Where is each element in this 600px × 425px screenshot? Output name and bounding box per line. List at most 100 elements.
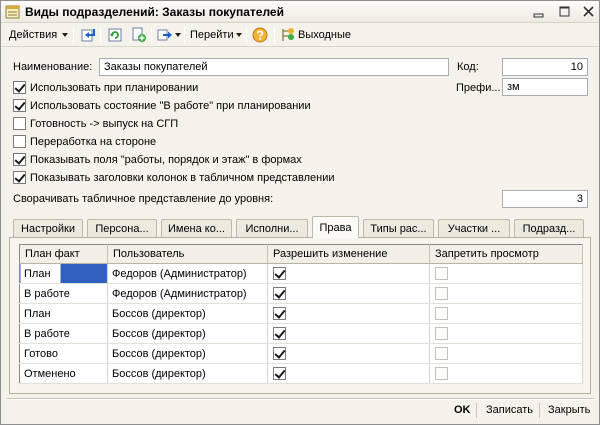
outsourcing-checkbox[interactable]: [13, 135, 26, 148]
user-cell[interactable]: Боссов (директор): [107, 363, 268, 384]
allow-edit-cell[interactable]: [267, 263, 430, 284]
user-cell[interactable]: Федоров (Администратор): [107, 263, 268, 284]
chevron-down-icon[interactable]: [175, 33, 181, 37]
deny-view-checkbox[interactable]: [435, 267, 448, 280]
holidays-button[interactable]: Выходные: [298, 29, 351, 41]
send-icon[interactable]: [157, 27, 173, 43]
plan-fact-cell[interactable]: План: [19, 263, 108, 284]
show-headers-checkbox[interactable]: [13, 171, 26, 184]
plan-fact-value: В работе: [24, 287, 70, 300]
rights-tab-panel: План факт Пользователь Разрешить изменен…: [9, 237, 591, 394]
allow-edit-checkbox[interactable]: [273, 347, 286, 360]
refresh-icon[interactable]: [107, 27, 123, 43]
chevron-down-icon[interactable]: [236, 33, 242, 37]
window-title: Виды подразделений: Заказы покупателей: [25, 5, 284, 19]
show-fields-option[interactable]: Показывать поля "работы, порядок и этаж"…: [13, 152, 453, 168]
tab-sections[interactable]: Участки ...: [438, 219, 510, 238]
show-headers-option[interactable]: Показывать заголовки колонок в табличном…: [13, 170, 453, 186]
allow-edit-cell[interactable]: [267, 283, 430, 304]
deny-view-cell[interactable]: [429, 323, 583, 344]
outsourcing-option[interactable]: Переработка на стороне: [13, 134, 453, 150]
plan-fact-value: В работе: [24, 327, 70, 340]
rights-table[interactable]: План факт Пользователь Разрешить изменен…: [19, 244, 583, 384]
deny-view-checkbox[interactable]: [435, 307, 448, 320]
plan-fact-cell[interactable]: В работе: [19, 283, 108, 304]
table-row[interactable]: Отменено Боссов (директор): [19, 363, 583, 384]
close-icon[interactable]: [581, 5, 596, 19]
holidays-icon[interactable]: [280, 27, 296, 43]
allow-edit-checkbox[interactable]: [273, 367, 286, 380]
tab-column-names[interactable]: Имена ко...: [161, 219, 232, 238]
user-cell[interactable]: Федоров (Администратор): [107, 283, 268, 304]
code-input[interactable]: 10: [502, 58, 588, 76]
chevron-down-icon[interactable]: [62, 33, 68, 37]
user-cell[interactable]: Боссов (директор): [107, 303, 268, 324]
user-cell[interactable]: Боссов (директор): [107, 343, 268, 364]
allow-edit-checkbox[interactable]: [273, 327, 286, 340]
plan-fact-cell[interactable]: В работе: [19, 323, 108, 344]
tab-personal[interactable]: Персона...: [87, 219, 157, 238]
allow-edit-checkbox[interactable]: [273, 267, 286, 280]
name-input[interactable]: Заказы покупателей: [99, 58, 449, 76]
tab-rights[interactable]: Права: [312, 216, 359, 238]
use-in-planning-checkbox[interactable]: [13, 81, 26, 94]
deny-view-cell[interactable]: [429, 263, 583, 284]
actions-menu[interactable]: Действия: [9, 29, 57, 41]
readiness-option[interactable]: Готовность -> выпуск на СГП: [13, 116, 453, 132]
prefix-input[interactable]: зм: [502, 78, 588, 96]
save-button[interactable]: Записать: [486, 404, 533, 416]
collapse-level-input[interactable]: 3: [502, 190, 588, 208]
plan-fact-cell[interactable]: План: [19, 303, 108, 324]
plan-fact-cell[interactable]: Готово: [19, 343, 108, 364]
table-row[interactable]: План Федоров (Администратор): [19, 263, 583, 284]
footer-separator: [539, 403, 540, 418]
deny-view-checkbox[interactable]: [435, 327, 448, 340]
allow-edit-cell[interactable]: [267, 303, 430, 324]
table-row[interactable]: В работе Боссов (директор): [19, 323, 583, 344]
user-value: Боссов (директор): [112, 347, 206, 360]
table-row[interactable]: План Боссов (директор): [19, 303, 583, 324]
user-value: Боссов (директор): [112, 327, 206, 340]
maximize-icon[interactable]: [557, 5, 572, 19]
use-in-work-state-checkbox[interactable]: [13, 99, 26, 112]
readiness-checkbox[interactable]: [13, 117, 26, 130]
deny-view-checkbox[interactable]: [435, 287, 448, 300]
copy-icon[interactable]: [131, 27, 147, 43]
deny-view-cell[interactable]: [429, 363, 583, 384]
allow-edit-cell[interactable]: [267, 343, 430, 364]
title-bar[interactable]: Виды подразделений: Заказы покупателей: [1, 1, 599, 23]
plan-fact-cell[interactable]: Отменено: [19, 363, 108, 384]
show-fields-checkbox[interactable]: [13, 153, 26, 166]
allow-edit-cell[interactable]: [267, 363, 430, 384]
ok-button[interactable]: OK: [454, 404, 471, 416]
allow-edit-checkbox[interactable]: [273, 287, 286, 300]
use-in-planning-option[interactable]: Использовать при планировании: [13, 80, 453, 96]
allow-edit-cell[interactable]: [267, 323, 430, 344]
deny-view-checkbox[interactable]: [435, 347, 448, 360]
allow-edit-checkbox[interactable]: [273, 307, 286, 320]
user-cell[interactable]: Боссов (директор): [107, 323, 268, 344]
goto-menu[interactable]: Перейти: [190, 29, 234, 41]
column-header-plan-fact[interactable]: План факт: [19, 244, 108, 264]
column-header-deny-view[interactable]: Запретить просмотр: [429, 244, 583, 264]
tab-settings[interactable]: Настройки: [13, 219, 83, 238]
tab-calc-types[interactable]: Типы рас...: [363, 219, 434, 238]
table-row[interactable]: Готово Боссов (директор): [19, 343, 583, 364]
close-button[interactable]: Закрыть: [548, 404, 590, 416]
readiness-label: Готовность -> выпуск на СГП: [30, 118, 179, 130]
deny-view-cell[interactable]: [429, 283, 583, 304]
plan-fact-value: План: [24, 267, 51, 280]
move-icon[interactable]: [80, 27, 96, 43]
toolbar-separator: [100, 27, 101, 44]
column-header-user[interactable]: Пользователь: [107, 244, 268, 264]
deny-view-cell[interactable]: [429, 343, 583, 364]
tab-executors[interactable]: Исполни...: [236, 219, 308, 238]
help-icon[interactable]: [252, 27, 268, 43]
deny-view-checkbox[interactable]: [435, 367, 448, 380]
use-in-work-state-option[interactable]: Использовать состояние "В работе" при пл…: [13, 98, 453, 114]
minimize-icon[interactable]: [531, 5, 546, 19]
column-header-allow-edit[interactable]: Разрешить изменение: [267, 244, 430, 264]
deny-view-cell[interactable]: [429, 303, 583, 324]
tab-subdivisions[interactable]: Подразд...: [514, 219, 584, 238]
table-row[interactable]: В работе Федоров (Администратор): [19, 283, 583, 304]
